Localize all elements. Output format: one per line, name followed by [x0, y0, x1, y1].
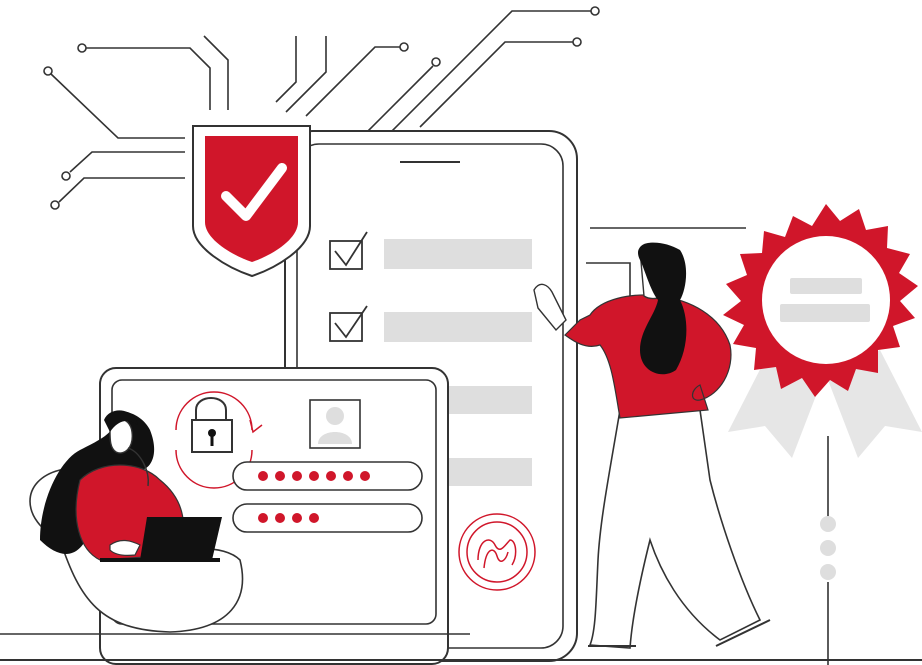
shield-check-icon: [192, 125, 311, 278]
password-dot: [258, 513, 268, 523]
password-dot: [292, 471, 302, 481]
checklist-item-bar: [445, 458, 532, 486]
security-illustration: [0, 6, 922, 665]
password-dot: [309, 471, 319, 481]
user-avatar-icon: [309, 399, 361, 449]
password-field: [232, 461, 423, 491]
password-dot: [360, 471, 370, 481]
side-dots: [820, 436, 836, 665]
checklist-item-bar: [384, 239, 532, 269]
laptop-icon: [140, 517, 222, 560]
password-dot: [309, 513, 319, 523]
password-field: [232, 503, 423, 533]
password-dot: [275, 513, 285, 523]
checklist-item-bar: [445, 386, 532, 414]
password-dot: [275, 471, 285, 481]
password-dot: [258, 471, 268, 481]
checklist-item-bar: [384, 312, 532, 342]
award-badge-icon: [723, 204, 922, 458]
password-dot: [326, 471, 336, 481]
password-dot: [343, 471, 353, 481]
password-dot: [292, 513, 302, 523]
